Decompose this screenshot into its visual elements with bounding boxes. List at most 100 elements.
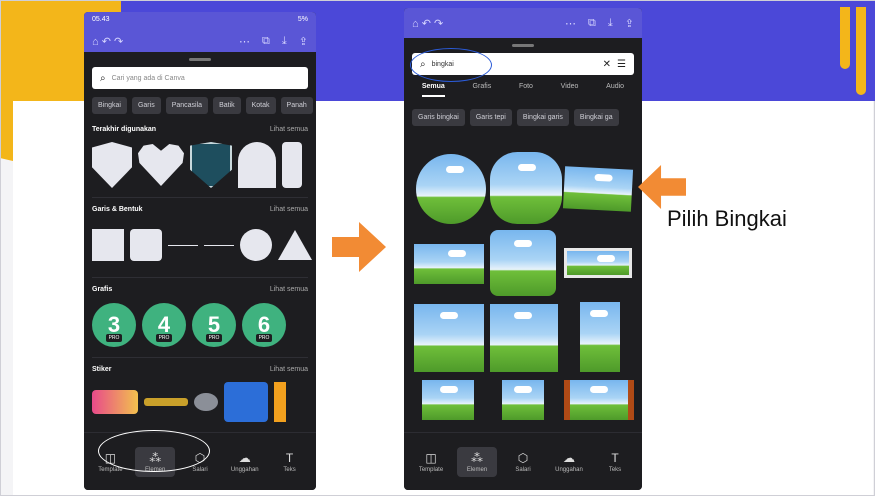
sticker-image[interactable] — [92, 390, 138, 414]
frame-double[interactable] — [564, 248, 632, 278]
sticker-image[interactable] — [144, 398, 188, 406]
heart-shape[interactable] — [138, 144, 184, 186]
chip[interactable]: Bingkai ga — [573, 109, 619, 126]
frame-tilted-rect[interactable] — [562, 166, 634, 212]
tab-grafis[interactable]: Grafis — [473, 83, 492, 97]
tab-foto[interactable]: Foto — [519, 83, 533, 97]
chip[interactable]: Panah — [280, 97, 313, 114]
square-shape[interactable] — [92, 229, 124, 261]
layers-icon[interactable]: ⧉ — [588, 17, 596, 30]
chip[interactable]: Batik — [213, 97, 241, 114]
nav-text[interactable]: T Teks — [270, 447, 310, 477]
badge-shape[interactable] — [190, 142, 232, 188]
nav-salari[interactable]: ⬡ Salari — [503, 447, 543, 477]
chip[interactable]: Bingkai garis — [516, 109, 569, 126]
frame-small-b[interactable] — [502, 380, 544, 420]
arrow-line-shape[interactable] — [204, 244, 234, 246]
tab-audio[interactable]: Audio — [606, 83, 624, 97]
yellow-bars — [840, 7, 866, 95]
circle-shape[interactable] — [240, 229, 272, 261]
chip[interactable]: Garis bingkai — [412, 109, 465, 126]
share-icon[interactable]: ⇪ — [299, 35, 308, 48]
status-battery: 5% — [297, 16, 308, 23]
drag-handle[interactable] — [189, 58, 211, 61]
number-graphic[interactable]: 4 PRO — [142, 303, 186, 347]
bottom-nav: ◫ Template ⁂ Elemen ⬡ Salari ☁ Unggahan T Tek… — [404, 432, 642, 490]
frame-small-a[interactable] — [422, 380, 474, 420]
nav-uploads[interactable]: ☁ Unggahan — [225, 447, 265, 477]
frame-scalloped[interactable] — [490, 152, 562, 224]
nav-uploads[interactable]: ☁ Unggahan — [549, 447, 589, 477]
more-icon[interactable]: ⋯ — [565, 17, 576, 30]
section-title: Garis & Bentuk — [92, 206, 143, 213]
text-icon: T — [285, 450, 294, 465]
number-graphic[interactable]: 5 PRO — [192, 303, 236, 347]
triangle-shape[interactable] — [278, 230, 312, 260]
sticker-image[interactable] — [224, 382, 268, 422]
section-graphics-header: Grafis Lihat semua — [84, 278, 316, 299]
highlight-circle — [410, 48, 492, 82]
search-bar[interactable]: ⌕ Cari yang ada di Canva — [92, 67, 308, 89]
pro-badge: PRO — [155, 334, 173, 342]
drag-handle[interactable] — [512, 44, 534, 47]
pro-badge: PRO — [255, 334, 273, 342]
caption-text: Pilih Bingkai — [667, 206, 787, 231]
tab-semua[interactable]: Semua — [421, 83, 445, 97]
download-icon[interactable]: ⤓ — [608, 17, 613, 30]
filter-icon[interactable]: ☰ — [617, 59, 626, 70]
shapes-row — [84, 219, 316, 271]
frame-circle[interactable] — [416, 154, 486, 224]
home-icon[interactable]: ⌂ ↶ ↷ — [412, 17, 443, 30]
editor-toolbar: ⌂ ↶ ↷ ⋯ ⧉ ⤓ ⇪ — [404, 8, 642, 38]
editor-toolbar: ⌂ ↶ ↷ ⋯ ⧉ ⤓ ⇪ — [84, 30, 316, 52]
share-icon[interactable]: ⇪ — [625, 17, 634, 30]
frame-rect[interactable] — [414, 244, 484, 284]
see-all-link[interactable]: Lihat semua — [270, 286, 308, 293]
frame-portrait[interactable] — [414, 304, 484, 372]
frame-film[interactable] — [564, 380, 634, 420]
number-graphic[interactable]: 3 PRO — [92, 303, 136, 347]
rect-shape[interactable] — [282, 142, 302, 188]
search-icon: ⌕ — [100, 72, 106, 84]
nav-template[interactable]: ◫ Template — [411, 447, 451, 477]
highlight-oval — [98, 430, 210, 472]
cloud-upload-icon: ☁ — [563, 450, 575, 465]
section-lines-header: Garis & Bentuk Lihat semua — [84, 198, 316, 219]
line-shape[interactable] — [168, 244, 198, 246]
elements-icon: ⁂ — [471, 450, 483, 465]
sticker-image[interactable] — [194, 393, 218, 411]
rounded-square-shape[interactable] — [130, 229, 162, 261]
nav-text[interactable]: T Teks — [595, 447, 635, 477]
chip[interactable]: Pancasila — [165, 97, 209, 114]
frame-wavy[interactable] — [490, 230, 556, 296]
see-all-link[interactable]: Lihat semua — [270, 126, 308, 133]
nav-elements[interactable]: ⁂ Elemen — [457, 446, 497, 477]
right-phone: ⌂ ↶ ↷ ⋯ ⧉ ⤓ ⇪ ⌕ bingkai ✕ ☰ Semua Grafis Fo… — [404, 8, 642, 490]
left-phone: 05.43 5% ⌂ ↶ ↷ ⋯ ⧉ ⤓ ⇪ ⌕ Cari yang ada di C… — [84, 12, 316, 490]
arch-shape[interactable] — [238, 142, 276, 188]
download-icon[interactable]: ⤓ — [282, 35, 287, 48]
chip[interactable]: Garis — [131, 97, 161, 114]
section-title: Stiker — [92, 366, 112, 373]
clear-icon[interactable]: ✕ — [603, 59, 611, 70]
see-all-link[interactable]: Lihat semua — [270, 366, 308, 373]
sticker-image[interactable] — [274, 382, 286, 422]
chip[interactable]: Bingkai — [92, 97, 127, 114]
more-icon[interactable]: ⋯ — [239, 35, 250, 48]
recent-row — [84, 139, 316, 191]
layers-icon[interactable]: ⧉ — [262, 35, 270, 48]
tab-video[interactable]: Video — [561, 83, 579, 97]
pro-badge: PRO — [205, 334, 223, 342]
chip[interactable]: Kotak — [245, 97, 276, 114]
template-icon: ◫ — [425, 450, 437, 465]
frame-portrait-tape[interactable] — [490, 304, 558, 372]
number-graphic[interactable]: 6 PRO — [242, 303, 286, 347]
stickers-row — [84, 379, 316, 425]
chip[interactable]: Garis tepi — [469, 109, 512, 126]
search-placeholder: Cari yang ada di Canva — [111, 74, 185, 82]
home-icon[interactable]: ⌂ ↶ ↷ — [92, 35, 123, 48]
see-all-link[interactable]: Lihat semua — [270, 206, 308, 213]
shield-shape[interactable] — [92, 142, 132, 188]
frame-tall[interactable] — [580, 302, 620, 372]
status-bar: 05.43 5% — [84, 12, 316, 30]
